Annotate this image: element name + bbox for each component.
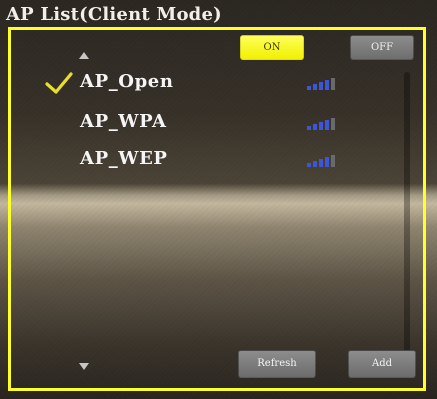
- signal-bar: [319, 159, 323, 167]
- signal-strength-icon: [307, 153, 343, 167]
- ap-name: AP_Open: [80, 71, 174, 92]
- signal-bar: [325, 157, 329, 167]
- add-button[interactable]: Add: [348, 350, 416, 378]
- signal-bar: [313, 84, 317, 90]
- signal-bar: [307, 163, 311, 167]
- on-button[interactable]: ON: [240, 35, 304, 60]
- signal-bar: [325, 80, 329, 90]
- ap-name: AP_WEP: [80, 148, 168, 169]
- signal-bar: [331, 118, 335, 130]
- refresh-button[interactable]: Refresh: [238, 350, 316, 378]
- off-button[interactable]: OFF: [350, 35, 414, 60]
- ap-name: AP_WPA: [80, 111, 167, 132]
- signal-bar: [331, 78, 335, 90]
- ap-row-wep[interactable]: AP_WEP: [45, 145, 375, 173]
- ap-row-wpa[interactable]: AP_WPA: [45, 108, 375, 136]
- signal-bar: [319, 122, 323, 130]
- signal-bar: [307, 126, 311, 130]
- signal-bar: [313, 124, 317, 130]
- signal-bar: [331, 155, 335, 167]
- ap-row-open[interactable]: AP_Open: [45, 68, 375, 96]
- signal-bar: [313, 161, 317, 167]
- list-scrollbar[interactable]: [404, 72, 410, 352]
- signal-strength-icon: [307, 76, 343, 90]
- signal-strength-icon: [307, 116, 343, 130]
- signal-bar: [319, 82, 323, 90]
- scroll-up-icon[interactable]: [79, 52, 89, 59]
- scroll-down-icon[interactable]: [79, 363, 89, 370]
- checkmark-icon: [45, 72, 73, 94]
- signal-bar: [307, 86, 311, 90]
- signal-bar: [325, 120, 329, 130]
- page-title: AP List(Client Mode): [6, 4, 222, 25]
